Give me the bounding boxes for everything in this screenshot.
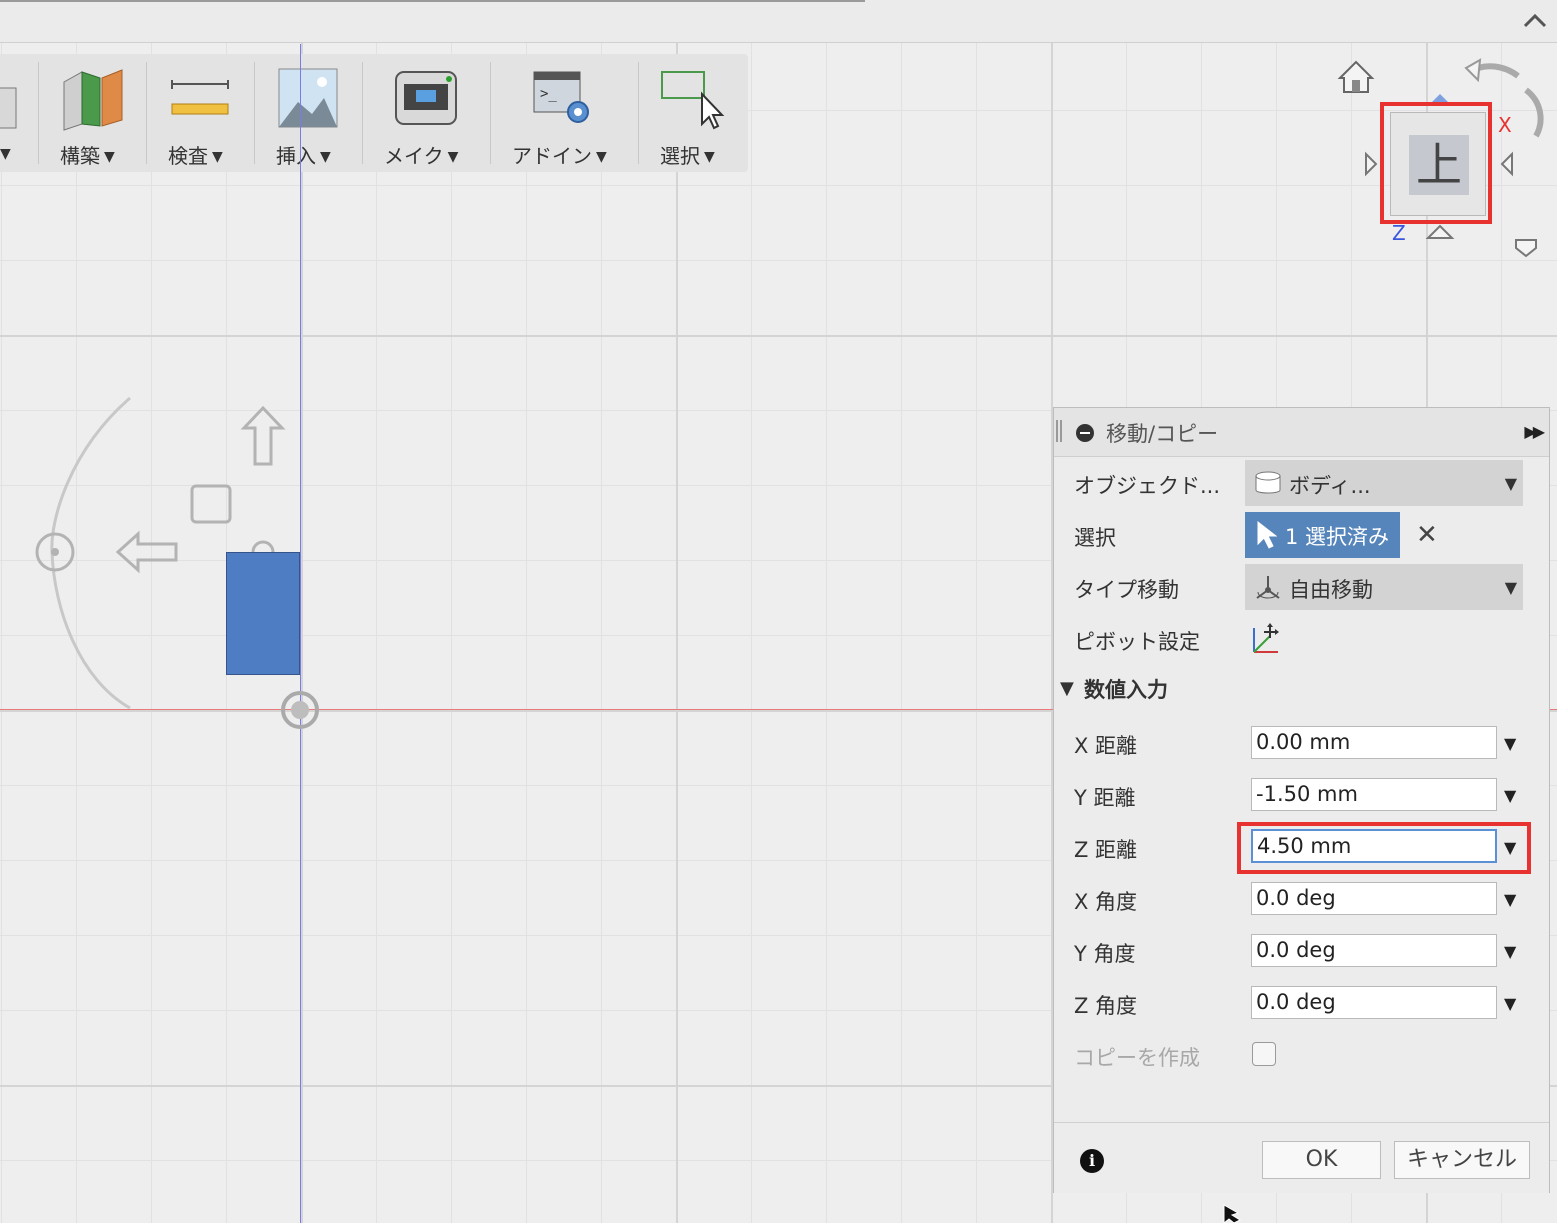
object-label: オブジェクド... [1074,474,1221,498]
toolbar-label: 挿入 [276,144,316,168]
z-distance-highlight-box [1237,822,1531,874]
selection-button[interactable]: 1 選択済み [1245,512,1400,558]
toolbar-label: 検査 [168,144,208,168]
toolbar-separator [362,62,363,164]
x-angle-input[interactable]: 0.0 deg [1251,882,1497,915]
z-angle-label: Z 角度 [1074,994,1138,1018]
pivot-label: ピボット設定 [1074,630,1200,654]
y-angle-input[interactable]: 0.0 deg [1251,934,1497,967]
create-copy-label: コピーを作成 [1074,1046,1200,1070]
dialog-title: 移動/コピー [1106,422,1219,446]
body-solid[interactable] [226,552,300,675]
select-icon [661,71,725,130]
x-distance-input[interactable]: 0.00 mm [1251,726,1497,759]
x-angle-label: X 角度 [1074,890,1138,914]
create-copy-checkbox[interactable] [1252,1042,1276,1066]
object-dropdown[interactable]: ボディ... ▼ [1245,460,1523,506]
toolbar-separator [490,62,491,164]
pivot-set-icon[interactable] [1250,622,1282,656]
section-toggle-icon[interactable]: ▼ [1060,678,1074,699]
clear-selection-icon[interactable]: ✕ [1416,520,1438,550]
create-caret[interactable]: ▼ [0,146,11,162]
toolbar-insert[interactable]: 挿入 ▼ [268,54,360,172]
free-move-icon [1256,576,1280,599]
toolbar-label: 選択 [660,144,700,168]
toolbar: ▼ 構築 ▼ 検査 ▼ 挿入 ▼ メイク ▼ >_ アドイン ▼ 選択 ▼ [0,54,748,172]
z-angle-input[interactable]: 0.0 deg [1251,986,1497,1019]
cursor-icon [1257,520,1277,549]
chevron-up-icon[interactable] [1521,8,1549,36]
chevron-down-icon[interactable]: ▼ [1504,890,1516,909]
y-angle-label: Y 角度 [1074,942,1136,966]
z-distance-label: Z 距離 [1074,838,1138,862]
chevron-down-icon[interactable]: ▼ [1504,734,1516,753]
y-distance-input[interactable]: -1.50 mm [1251,778,1497,811]
collapse-icon[interactable] [1076,424,1094,442]
toolbar-label: アドイン [512,144,592,168]
dialog-footer: i OK キャンセル [1054,1122,1549,1193]
toolbar-addin[interactable]: >_ アドイン ▼ [504,54,632,172]
move-type-label: タイプ移動 [1074,578,1179,602]
move-type-dropdown[interactable]: 自由移動 ▼ [1245,564,1523,610]
addin-icon: >_ [533,71,589,123]
construct-icon [63,69,123,131]
drag-handle-icon[interactable] [1056,420,1062,442]
cancel-button[interactable]: キャンセル [1394,1141,1530,1179]
top-divider [0,0,865,2]
select-label: 選択 [1074,526,1116,550]
move-copy-dialog: 移動/コピー ▶▶ オブジェクド... ボディ... ▼ 選択 1 選択済み … [1053,407,1550,1193]
chevron-down-icon[interactable]: ▼ [1504,786,1516,805]
dialog-header[interactable]: 移動/コピー ▶▶ [1054,408,1549,457]
toolbar-separator [146,62,147,164]
toolbar-separator [38,62,39,164]
top-bar [0,0,1557,43]
inspect-icon [171,80,229,115]
x-distance-label: X 距離 [1074,734,1138,758]
home-icon[interactable] [1337,60,1375,93]
mouse-cursor-icon [1223,1204,1242,1223]
insert-icon [278,68,338,128]
svg-text:>_: >_ [540,86,557,102]
toolbar-label: 構築 [60,144,100,168]
info-icon[interactable]: i [1080,1149,1104,1173]
ok-button[interactable]: OK [1262,1141,1381,1179]
chevron-down-icon: ▼ [1504,578,1517,597]
create-icon[interactable] [0,84,20,134]
body-icon [1255,471,1281,494]
viewcube-highlight-box [1380,102,1492,224]
chevron-down-icon: ▼ [1504,474,1517,493]
toolbar-inspect[interactable]: 検査 ▼ [160,54,252,172]
chevron-down-icon[interactable]: ▼ [1504,942,1516,961]
viewcube-z-axis: Z [1392,221,1406,245]
toolbar-select[interactable]: 選択 ▼ [652,54,744,172]
expand-icon[interactable]: ▶▶ [1524,422,1545,441]
viewcube-x-axis: X [1498,113,1512,137]
chevron-down-icon[interactable]: ▼ [1504,994,1516,1013]
numeric-input-section[interactable]: 数値入力 [1084,674,1168,704]
make-icon [395,71,457,125]
toolbar-make[interactable]: メイク ▼ [376,54,486,172]
toolbar-separator [254,62,255,164]
selection-count: 1 選択済み [1285,525,1390,549]
toolbar-label: メイク [384,144,444,168]
toolbar-construct[interactable]: 構築 ▼ [52,54,144,172]
toolbar-separator [638,62,639,164]
move-type-value: 自由移動 [1289,578,1373,602]
object-value: ボディ... [1289,474,1371,498]
y-distance-label: Y 距離 [1074,786,1136,810]
